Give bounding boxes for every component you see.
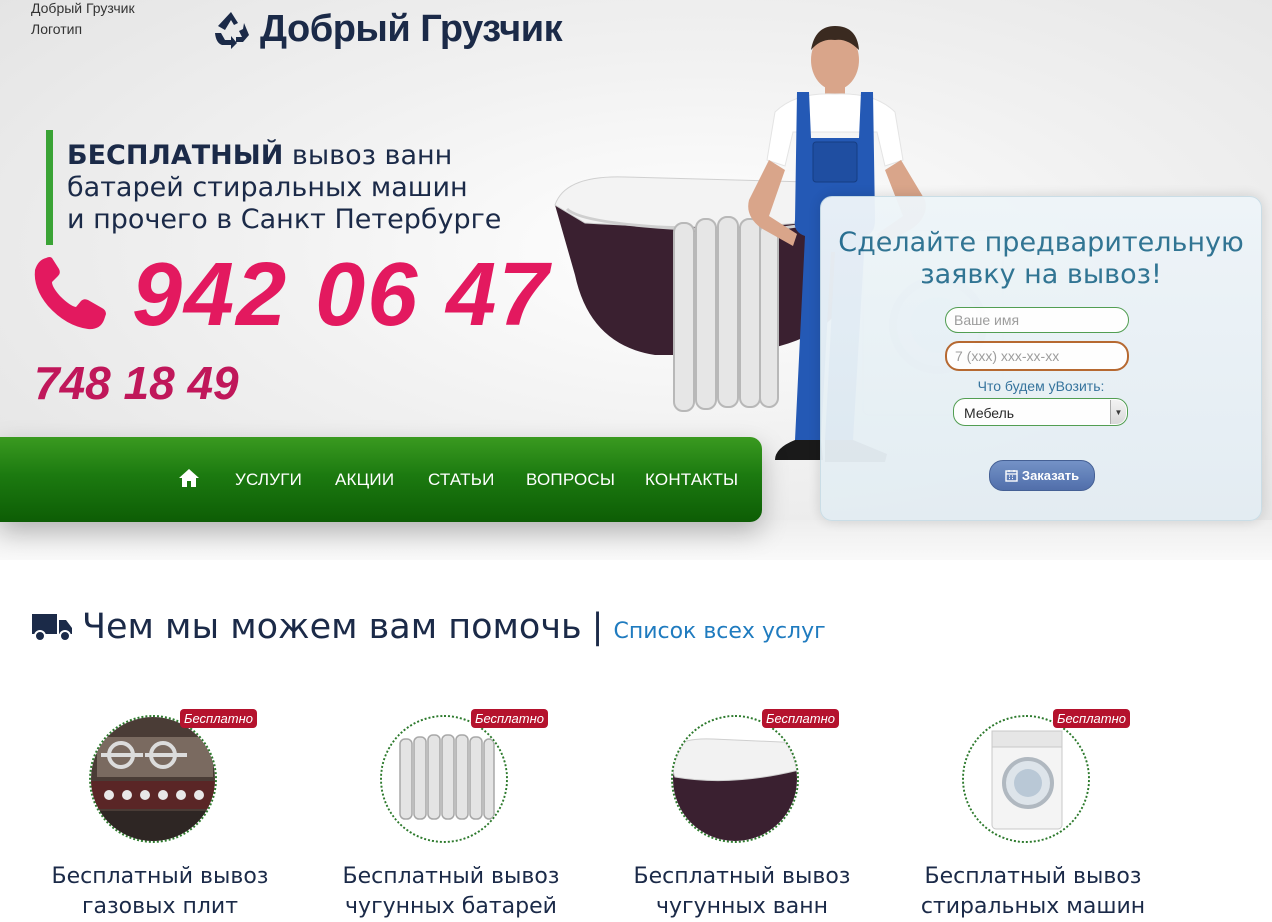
logo-alt-line1: Добрый Грузчик <box>31 0 135 16</box>
home-icon[interactable] <box>178 468 200 492</box>
nav-item-questions[interactable]: ВОПРОСЫ <box>526 470 615 490</box>
service-card-title: Бесплатный вывоз чугунных ванн <box>622 862 862 922</box>
service-card-washing-machines[interactable]: Бесплатно Бесплатный вывоз стиральных ма… <box>913 705 1153 919</box>
service-title-line2: чугунных ванн <box>656 894 828 919</box>
service-card-radiators[interactable]: Бесплатно Бесплатный вывоз чугунных бата… <box>331 705 571 919</box>
tagline-line2: батарей стиральных машин <box>67 172 468 203</box>
free-badge: Бесплатно <box>180 709 257 728</box>
cargo-type-value: Мебель <box>964 405 1015 421</box>
service-card-bathtubs[interactable]: Бесплатно Бесплатный вывоз чугунных ванн <box>622 705 862 919</box>
washing-machine-thumb-image <box>962 715 1090 843</box>
cargo-type-label: Что будем уВозить: <box>977 378 1105 394</box>
free-badge: Бесплатно <box>762 709 839 728</box>
truck-icon <box>32 614 72 642</box>
service-card-title: Бесплатный вывоз чугунных батарей <box>331 862 571 922</box>
gas-stove-image <box>89 715 217 843</box>
all-services-link[interactable]: Список всех услуг <box>613 619 825 644</box>
phone-number-secondary[interactable]: 748 18 49 <box>34 356 239 410</box>
services-separator: | <box>591 607 604 647</box>
name-input[interactable] <box>945 307 1129 333</box>
services-title: Чем мы можем вам помочь <box>82 607 582 647</box>
service-title-line1: Бесплатный вывоз <box>342 864 560 889</box>
main-navigation: УСЛУГИ АКЦИИ СТАТЬИ ВОПРОСЫ КОНТАКТЫ <box>0 437 762 522</box>
service-title-line1: Бесплатный вывоз <box>924 864 1142 889</box>
service-title-line2: стиральных машин <box>920 894 1146 919</box>
services-heading: Чем мы можем вам помочь | Список всех ус… <box>32 606 826 647</box>
order-form-panel: Сделайте предварительную заявку на вывоз… <box>820 196 1262 521</box>
tagline-line3: и прочего в Санкт Петербурге <box>67 204 502 235</box>
logo-alt-line2: Логотип <box>31 21 83 37</box>
bathtub-thumb-image <box>671 715 799 843</box>
hero-fade <box>0 520 1272 560</box>
nav-item-services[interactable]: УСЛУГИ <box>235 470 302 490</box>
nav-item-promotions[interactable]: АКЦИИ <box>335 470 394 490</box>
order-form-title-line1: Сделайте предварительную <box>838 227 1244 258</box>
hero-tagline: БЕСПЛАТНЫЙ вывоз ванн батарей стиральных… <box>46 130 501 245</box>
service-title-line1: Бесплатный вывоз <box>51 864 269 889</box>
recycle-icon <box>210 9 252 51</box>
service-card-gas-stoves[interactable]: Бесплатно Бесплатный вывоз газовых плит <box>40 705 280 919</box>
service-title-line1: Бесплатный вывоз <box>633 864 851 889</box>
service-card-title: Бесплатный вывоз газовых плит <box>40 862 280 922</box>
dropdown-arrow-icon[interactable]: ▼ <box>1110 400 1126 424</box>
service-card-title: Бесплатный вывоз стиральных машин <box>913 862 1153 922</box>
free-badge: Бесплатно <box>471 709 548 728</box>
nav-item-articles[interactable]: СТАТЬИ <box>428 470 495 490</box>
order-submit-button[interactable]: Заказать <box>989 460 1095 491</box>
logo-alt-text: Добрый Грузчик Логотип <box>31 0 135 40</box>
order-submit-label: Заказать <box>1021 468 1080 483</box>
cargo-type-select[interactable]: Мебель ▼ <box>953 398 1128 426</box>
brand-name: Добрый Грузчик <box>260 8 563 50</box>
service-title-line2: чугунных батарей <box>345 894 557 919</box>
tagline-line1: БЕСПЛАТНЫЙ вывоз ванн <box>67 140 501 172</box>
tagline-line1-rest: вывоз ванн <box>283 140 453 171</box>
phone-number-main[interactable]: 942 06 47 <box>132 244 550 347</box>
order-form-title-line2: заявку на вывоз! <box>920 259 1162 290</box>
order-form-title: Сделайте предварительную заявку на вывоз… <box>821 227 1261 291</box>
brand-logo[interactable]: Добрый Грузчик <box>210 8 563 51</box>
service-title-line2: газовых плит <box>81 894 239 919</box>
radiator-thumb-image <box>380 715 508 843</box>
phone-icon <box>34 257 106 330</box>
free-badge: Бесплатно <box>1053 709 1130 728</box>
nav-item-contacts[interactable]: КОНТАКТЫ <box>645 470 738 490</box>
phone-input[interactable] <box>945 341 1129 371</box>
tagline-bold: БЕСПЛАТНЫЙ <box>67 140 284 171</box>
calendar-icon <box>1005 470 1018 482</box>
